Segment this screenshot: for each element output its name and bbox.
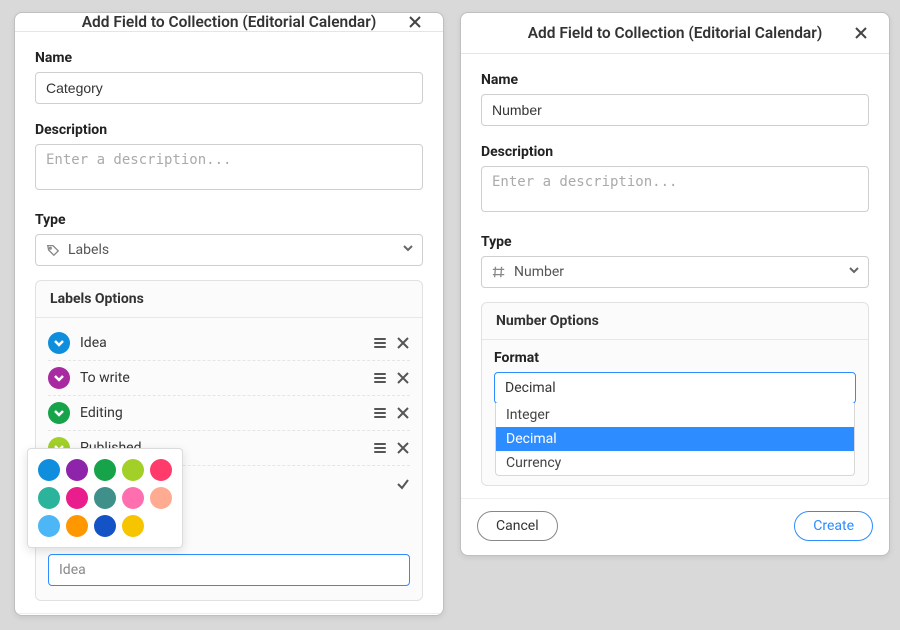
close-icon [408,15,422,29]
type-value: Labels [68,242,109,258]
dialog-titlebar: Add Field to Collection (Editorial Calen… [15,13,443,32]
format-option[interactable]: Decimal [496,427,854,451]
cancel-button[interactable]: Cancel [477,511,558,541]
palette-swatch[interactable] [66,459,88,481]
delete-option-button[interactable] [396,406,410,420]
description-input[interactable] [481,166,869,212]
color-swatch[interactable] [48,332,70,354]
chevron-down-icon [53,372,65,384]
option-label[interactable]: Editing [80,405,364,421]
number-options-panel: Number Options Format Decimal IntegerDec… [481,302,869,486]
format-dropdown[interactable]: IntegerDecimalCurrency [495,403,855,476]
panel-title: Number Options [482,303,868,340]
chevron-down-icon [53,337,65,349]
drag-handle-icon[interactable] [374,373,386,383]
name-input[interactable] [35,72,423,104]
color-swatch[interactable] [48,402,70,424]
hash-icon [492,265,506,279]
description-input[interactable] [35,144,423,190]
palette-swatch[interactable] [38,515,60,537]
description-label: Description [35,122,423,138]
name-label: Name [35,50,423,66]
panel-body: Format Decimal IntegerDecimalCurrency [482,340,868,418]
type-value: Number [514,264,564,280]
palette-swatch[interactable] [94,459,116,481]
palette-swatch[interactable] [38,487,60,509]
format-select[interactable]: Decimal IntegerDecimalCurrency [494,372,856,404]
panel-title: Labels Options [36,281,422,318]
close-button[interactable] [395,13,435,31]
create-button[interactable]: Create [794,511,873,541]
palette-swatch[interactable] [122,487,144,509]
description-label: Description [481,144,869,160]
dialog-body: Name Description Type Number Number Opti… [461,54,889,498]
delete-option-button[interactable] [396,441,410,455]
name-input[interactable] [481,94,869,126]
label-option-row: To write [48,361,410,396]
chevron-down-icon [402,242,414,258]
new-option-select-value: Idea [59,562,86,578]
add-field-dialog-labels: Add Field to Collection (Editorial Calen… [14,12,444,616]
new-option-select[interactable]: Idea [48,554,410,586]
format-value: Decimal [505,380,556,396]
delete-option-button[interactable] [396,336,410,350]
palette-swatch[interactable] [94,515,116,537]
type-label: Type [35,212,423,228]
close-icon [854,26,868,40]
drag-handle-icon[interactable] [374,408,386,418]
tag-icon [46,243,60,257]
name-label: Name [481,72,869,88]
option-label[interactable]: To write [80,370,364,386]
palette-swatch[interactable] [66,515,88,537]
dialog-titlebar: Add Field to Collection (Editorial Calen… [461,13,889,54]
format-label: Format [494,350,856,366]
format-option[interactable]: Currency [496,451,854,475]
color-picker-popover[interactable] [27,448,183,548]
label-option-row: Editing [48,396,410,431]
drag-handle-icon[interactable] [374,338,386,348]
palette-swatch[interactable] [122,515,144,537]
labels-options-panel: Labels Options IdeaTo writeEditingPublis… [35,280,423,601]
dialog-title: Add Field to Collection (Editorial Calen… [82,13,377,31]
type-select[interactable]: Number [481,256,869,288]
palette-swatch[interactable] [38,459,60,481]
type-label: Type [481,234,869,250]
delete-option-button[interactable] [396,371,410,385]
dialog-body: Name Description Type Labels Labels Opti… [15,32,443,613]
confirm-new-option[interactable] [396,477,410,491]
close-button[interactable] [841,13,881,53]
palette-swatch[interactable] [150,459,172,481]
panel-body: IdeaTo writeEditingPublished Idea [36,318,422,600]
palette-swatch[interactable] [122,459,144,481]
add-field-dialog-number: Add Field to Collection (Editorial Calen… [460,12,890,556]
chevron-down-icon [53,407,65,419]
format-option[interactable]: Integer [496,403,854,427]
type-select[interactable]: Labels [35,234,423,266]
drag-handle-icon[interactable] [374,443,386,453]
dialog-footer: Cancel Create [461,498,889,555]
palette-swatch[interactable] [150,487,172,509]
dialog-footer: Cancel Create [15,613,443,616]
chevron-down-icon [848,264,860,280]
palette-swatch[interactable] [66,487,88,509]
color-swatch[interactable] [48,367,70,389]
dialog-title: Add Field to Collection (Editorial Calen… [528,24,823,42]
option-label[interactable]: Idea [80,335,364,351]
palette-swatch[interactable] [94,487,116,509]
label-option-row: Idea [48,326,410,361]
